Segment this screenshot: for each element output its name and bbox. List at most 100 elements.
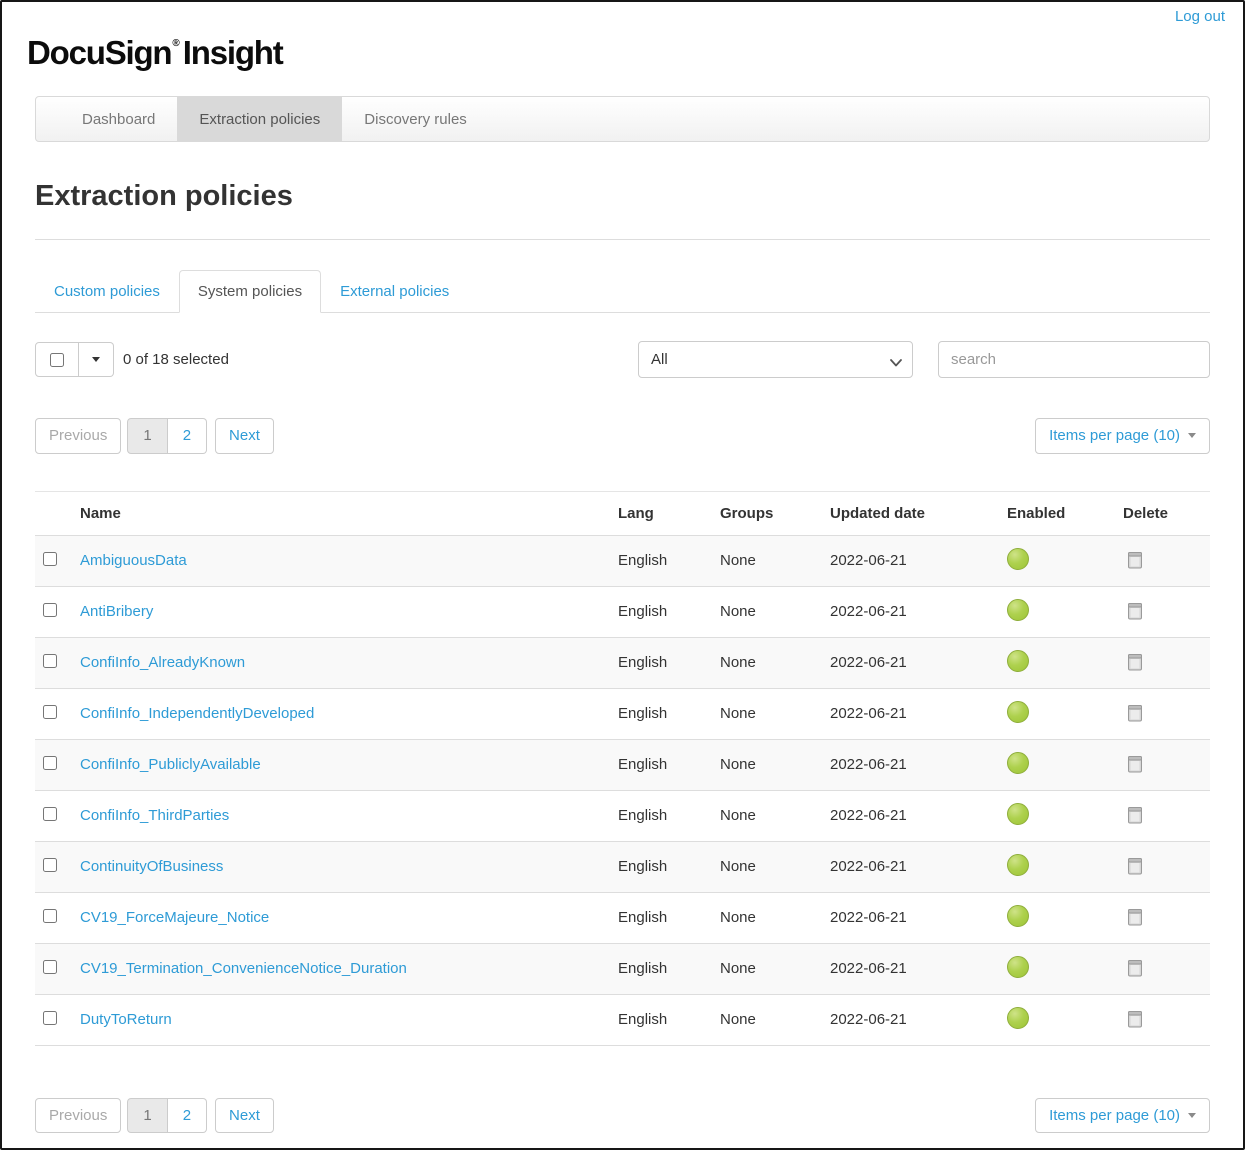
items-per-page-label: Items per page (10) bbox=[1049, 426, 1180, 446]
policy-name-link[interactable]: CV19_Termination_ConvenienceNotice_Durat… bbox=[80, 960, 407, 977]
registered-trademark-symbol: ® bbox=[172, 38, 179, 49]
row-checkbox-cell bbox=[35, 586, 80, 637]
policy-name-link[interactable]: ConfiInfo_IndependentlyDeveloped bbox=[80, 705, 314, 722]
column-header-lang: Lang bbox=[618, 491, 720, 535]
page-number-group: 1 2 bbox=[127, 418, 207, 454]
select-all-checkbox[interactable] bbox=[50, 353, 64, 367]
enabled-status-indicator[interactable] bbox=[1007, 752, 1029, 774]
policy-updated-date: 2022-06-21 bbox=[830, 586, 1007, 637]
policy-groups: None bbox=[720, 892, 830, 943]
policy-name-link[interactable]: ConfiInfo_AlreadyKnown bbox=[80, 654, 245, 671]
table-row: CV19_Termination_ConvenienceNotice_Durat… bbox=[35, 943, 1210, 994]
items-per-page-button[interactable]: Items per page (10) bbox=[1035, 418, 1210, 454]
delete-button[interactable] bbox=[1127, 957, 1143, 977]
enabled-status-indicator[interactable] bbox=[1007, 548, 1029, 570]
tab-custom-policies[interactable]: Custom policies bbox=[35, 270, 179, 313]
delete-button[interactable] bbox=[1127, 600, 1143, 620]
policy-name-cell: AntiBribery bbox=[80, 586, 618, 637]
logo-insight: Insight bbox=[183, 34, 283, 71]
delete-button[interactable] bbox=[1127, 549, 1143, 569]
policy-delete-cell bbox=[1123, 739, 1210, 790]
enabled-status-indicator[interactable] bbox=[1007, 701, 1029, 723]
policy-name-link[interactable]: AntiBribery bbox=[80, 603, 153, 620]
delete-button[interactable] bbox=[1127, 702, 1143, 722]
nav-item-dashboard[interactable]: Dashboard bbox=[60, 97, 177, 141]
next-page-button[interactable]: Next bbox=[215, 1098, 274, 1134]
delete-button[interactable] bbox=[1127, 855, 1143, 875]
policy-delete-cell bbox=[1123, 637, 1210, 688]
row-checkbox[interactable] bbox=[43, 1011, 57, 1025]
policy-updated-date: 2022-06-21 bbox=[830, 739, 1007, 790]
row-checkbox[interactable] bbox=[43, 909, 57, 923]
row-checkbox[interactable] bbox=[43, 705, 57, 719]
search-input[interactable] bbox=[938, 341, 1210, 378]
next-page-button[interactable]: Next bbox=[215, 418, 274, 454]
enabled-status-indicator[interactable] bbox=[1007, 905, 1029, 927]
policy-groups: None bbox=[720, 994, 830, 1045]
policy-updated-date: 2022-06-21 bbox=[830, 688, 1007, 739]
row-checkbox[interactable] bbox=[43, 807, 57, 821]
policy-name-link[interactable]: ConfiInfo_ThirdParties bbox=[80, 807, 229, 824]
policy-lang: English bbox=[618, 892, 720, 943]
enabled-status-indicator[interactable] bbox=[1007, 854, 1029, 876]
page-2-button[interactable]: 2 bbox=[168, 418, 207, 454]
row-checkbox-cell bbox=[35, 739, 80, 790]
page-2-button[interactable]: 2 bbox=[168, 1098, 207, 1134]
items-per-page-button[interactable]: Items per page (10) bbox=[1035, 1098, 1210, 1134]
delete-button[interactable] bbox=[1127, 1008, 1143, 1028]
policy-lang: English bbox=[618, 841, 720, 892]
table-row: AmbiguousData English None 2022-06-21 bbox=[35, 535, 1210, 586]
filter-select[interactable]: All bbox=[638, 341, 913, 378]
delete-button[interactable] bbox=[1127, 804, 1143, 824]
previous-page-button[interactable]: Previous bbox=[35, 418, 121, 454]
selection-count-label: 0 of 18 selected bbox=[123, 351, 229, 368]
tab-external-policies[interactable]: External policies bbox=[321, 270, 468, 313]
page-1-button[interactable]: 1 bbox=[127, 1098, 167, 1134]
nav-item-discovery-rules[interactable]: Discovery rules bbox=[342, 97, 489, 141]
policy-name-link[interactable]: CV19_ForceMajeure_Notice bbox=[80, 909, 269, 926]
policy-enabled-cell bbox=[1007, 535, 1123, 586]
delete-button[interactable] bbox=[1127, 651, 1143, 671]
row-checkbox[interactable] bbox=[43, 858, 57, 872]
nav-item-extraction-policies[interactable]: Extraction policies bbox=[177, 97, 342, 141]
enabled-status-indicator[interactable] bbox=[1007, 956, 1029, 978]
tab-system-policies[interactable]: System policies bbox=[179, 270, 321, 313]
select-all-dropdown-button[interactable] bbox=[79, 342, 114, 377]
table-row: ConfiInfo_PubliclyAvailable English None… bbox=[35, 739, 1210, 790]
trash-icon bbox=[1127, 702, 1143, 722]
policy-groups: None bbox=[720, 739, 830, 790]
enabled-status-indicator[interactable] bbox=[1007, 803, 1029, 825]
row-checkbox[interactable] bbox=[43, 960, 57, 974]
row-checkbox[interactable] bbox=[43, 756, 57, 770]
policy-name-link[interactable]: AmbiguousData bbox=[80, 552, 187, 569]
row-checkbox-cell bbox=[35, 943, 80, 994]
enabled-status-indicator[interactable] bbox=[1007, 1007, 1029, 1029]
policy-updated-date: 2022-06-21 bbox=[830, 994, 1007, 1045]
policy-delete-cell bbox=[1123, 688, 1210, 739]
page-1-button[interactable]: 1 bbox=[127, 418, 167, 454]
column-header-enabled: Enabled bbox=[1007, 491, 1123, 535]
select-all-checkbox-button[interactable] bbox=[35, 342, 79, 377]
policy-delete-cell bbox=[1123, 535, 1210, 586]
filter-select-wrap: All bbox=[638, 341, 913, 378]
policy-enabled-cell bbox=[1007, 841, 1123, 892]
policy-name-link[interactable]: ContinuityOfBusiness bbox=[80, 858, 223, 875]
enabled-status-indicator[interactable] bbox=[1007, 599, 1029, 621]
policy-enabled-cell bbox=[1007, 790, 1123, 841]
row-checkbox[interactable] bbox=[43, 603, 57, 617]
policy-groups: None bbox=[720, 637, 830, 688]
row-checkbox[interactable] bbox=[43, 654, 57, 668]
row-checkbox[interactable] bbox=[43, 552, 57, 566]
enabled-status-indicator[interactable] bbox=[1007, 650, 1029, 672]
policy-name-cell: ConfiInfo_IndependentlyDeveloped bbox=[80, 688, 618, 739]
policy-enabled-cell bbox=[1007, 994, 1123, 1045]
delete-button[interactable] bbox=[1127, 753, 1143, 773]
delete-button[interactable] bbox=[1127, 906, 1143, 926]
policy-name-link[interactable]: ConfiInfo_PubliclyAvailable bbox=[80, 756, 261, 773]
logout-link[interactable]: Log out bbox=[1175, 8, 1225, 25]
previous-page-button[interactable]: Previous bbox=[35, 1098, 121, 1134]
policy-name-link[interactable]: DutyToReturn bbox=[80, 1011, 172, 1028]
policy-name-cell: AmbiguousData bbox=[80, 535, 618, 586]
policy-updated-date: 2022-06-21 bbox=[830, 790, 1007, 841]
policy-lang: English bbox=[618, 739, 720, 790]
